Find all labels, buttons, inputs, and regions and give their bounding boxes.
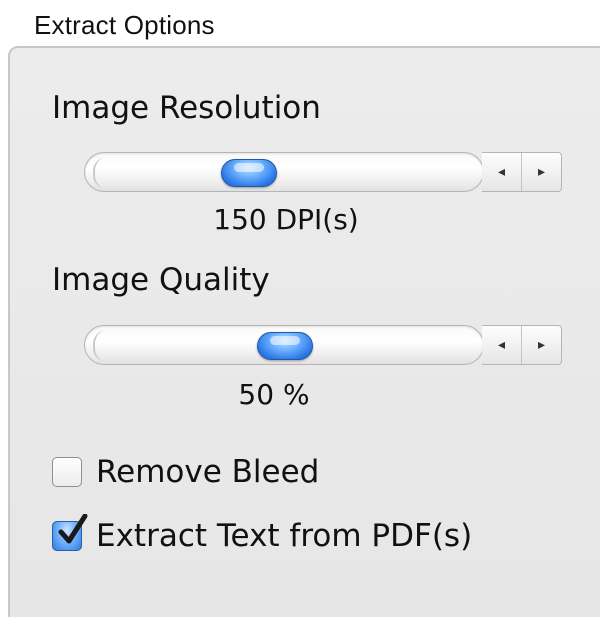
panel-title: Extract Options: [34, 10, 215, 40]
decrement-arrow-icon[interactable]: ◂: [482, 326, 522, 364]
track-left-cap: [93, 330, 107, 362]
image-quality-track[interactable]: [84, 325, 484, 365]
extract-text-checkbox[interactable]: [52, 514, 88, 551]
remove-bleed-label: Remove Bleed: [96, 454, 320, 490]
image-resolution-label: Image Resolution: [52, 90, 321, 126]
image-resolution-slider[interactable]: ◂ ▸: [84, 152, 562, 194]
remove-bleed-checkbox[interactable]: [52, 457, 82, 487]
extract-text-label: Extract Text from PDF(s): [96, 518, 473, 554]
remove-bleed-option[interactable]: Remove Bleed: [52, 454, 319, 490]
checkmark-icon: [58, 514, 88, 544]
image-quality-label: Image Quality: [52, 262, 270, 298]
image-quality-knob[interactable]: [257, 332, 313, 360]
image-resolution-track[interactable]: [84, 152, 484, 192]
increment-arrow-icon[interactable]: ▸: [522, 153, 561, 191]
image-resolution-stepper[interactable]: ◂ ▸: [482, 152, 562, 192]
track-left-cap: [93, 157, 107, 189]
extract-text-option[interactable]: Extract Text from PDF(s): [52, 514, 473, 554]
image-resolution-value: 150 DPI(s): [213, 203, 359, 236]
image-resolution-knob[interactable]: [220, 159, 277, 187]
image-quality-stepper[interactable]: ◂ ▸: [482, 325, 562, 365]
image-quality-value: 50 %: [238, 378, 310, 411]
extract-options-page: Extract Options Image Resolution ◂ ▸ 150…: [0, 0, 600, 617]
image-quality-slider[interactable]: ◂ ▸: [84, 325, 562, 367]
decrement-arrow-icon[interactable]: ◂: [482, 153, 522, 191]
increment-arrow-icon[interactable]: ▸: [522, 326, 561, 364]
